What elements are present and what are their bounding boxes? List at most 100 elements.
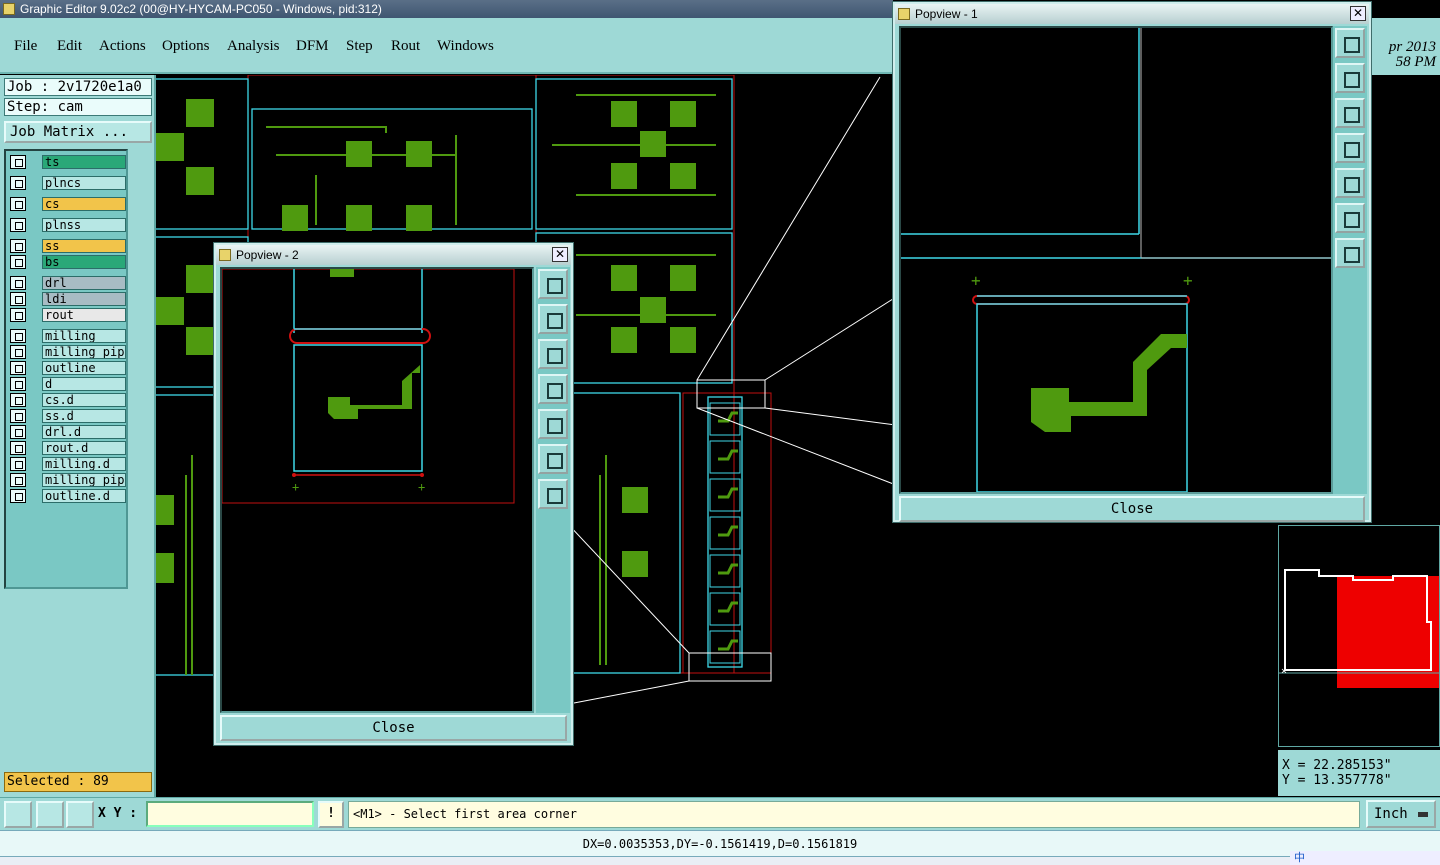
- layer-row[interactable]: drl: [8, 276, 126, 290]
- system-tray[interactable]: 中: [1290, 851, 1440, 865]
- layer-row[interactable]: drl.d: [8, 425, 126, 439]
- layer-checkbox[interactable]: [10, 255, 26, 269]
- snap-diagonal-icon[interactable]: [36, 801, 64, 828]
- layer-checkbox[interactable]: [10, 361, 26, 375]
- layer-row[interactable]: cs: [8, 197, 126, 211]
- layer-name[interactable]: d: [42, 377, 126, 391]
- layer-checkbox[interactable]: [10, 218, 26, 232]
- overview-map[interactable]: ×: [1278, 525, 1440, 747]
- layer-checkbox[interactable]: [10, 176, 26, 190]
- xy-input[interactable]: [146, 801, 314, 827]
- layer-row[interactable]: ts: [8, 155, 126, 169]
- layer-checkbox[interactable]: [10, 489, 26, 503]
- layer-checkbox[interactable]: [10, 425, 26, 439]
- layer-name[interactable]: milling_pips: [42, 345, 126, 359]
- layer-checkbox[interactable]: [10, 308, 26, 322]
- layer-name[interactable]: cs: [42, 197, 126, 211]
- popview-1-close-button[interactable]: Close: [899, 496, 1365, 522]
- layer-row[interactable]: milling: [8, 329, 126, 343]
- job-matrix-button[interactable]: Job Matrix ...: [4, 121, 152, 143]
- unit-select[interactable]: Inch: [1366, 800, 1436, 828]
- zoom-in-icon[interactable]: [538, 444, 568, 474]
- layer-name[interactable]: ldi: [42, 292, 126, 306]
- zoom-out-icon[interactable]: [538, 479, 568, 509]
- layer-row[interactable]: plncs: [8, 176, 126, 190]
- pan-up-icon[interactable]: [1335, 63, 1365, 93]
- layer-checkbox[interactable]: [10, 441, 26, 455]
- layer-checkbox[interactable]: [10, 276, 26, 290]
- menu-dfm[interactable]: DFM: [296, 38, 329, 55]
- pan-right-icon[interactable]: [538, 409, 568, 439]
- menu-options[interactable]: Options: [162, 38, 210, 55]
- layer-name[interactable]: drl: [42, 276, 126, 290]
- layer-row[interactable]: outline: [8, 361, 126, 375]
- pan-up-icon[interactable]: [538, 304, 568, 334]
- menu-file[interactable]: File: [14, 38, 37, 55]
- exclamation-button[interactable]: !: [318, 801, 344, 828]
- layer-checkbox[interactable]: [10, 239, 26, 253]
- layer-name[interactable]: ss: [42, 239, 126, 253]
- menu-step[interactable]: Step: [346, 38, 373, 55]
- layer-row[interactable]: ldi: [8, 292, 126, 306]
- layer-name[interactable]: milling: [42, 329, 126, 343]
- pan-right-icon[interactable]: [1335, 168, 1365, 198]
- popview-2-view[interactable]: + +: [220, 267, 534, 713]
- layer-name[interactable]: ts: [42, 155, 126, 169]
- layer-row[interactable]: milling_pips: [8, 345, 126, 359]
- resize-icon[interactable]: [4, 801, 32, 828]
- pan-left-icon[interactable]: [1335, 133, 1365, 163]
- layer-checkbox[interactable]: [10, 329, 26, 343]
- popview-1-view[interactable]: + +: [899, 26, 1333, 494]
- menu-rout[interactable]: Rout: [391, 38, 420, 55]
- layer-checkbox[interactable]: [10, 197, 26, 211]
- layer-name[interactable]: outline: [42, 361, 126, 375]
- close-icon[interactable]: ✕: [552, 247, 568, 262]
- zoom-fit-icon[interactable]: [538, 269, 568, 299]
- layer-name[interactable]: ss.d: [42, 409, 126, 423]
- menu-windows[interactable]: Windows: [437, 38, 494, 55]
- menu-analysis[interactable]: Analysis: [227, 38, 280, 55]
- layer-name[interactable]: plncs: [42, 176, 126, 190]
- close-icon[interactable]: ✕: [1350, 6, 1366, 21]
- zoom-fit-icon[interactable]: [1335, 28, 1365, 58]
- layer-row[interactable]: rout: [8, 308, 126, 322]
- layer-name[interactable]: cs.d: [42, 393, 126, 407]
- layer-name[interactable]: milling.d: [42, 457, 126, 471]
- zoom-in-icon[interactable]: [1335, 203, 1365, 233]
- menu-actions[interactable]: Actions: [99, 38, 146, 55]
- pan-left-icon[interactable]: [538, 374, 568, 404]
- layer-row[interactable]: d: [8, 377, 126, 391]
- layer-checkbox[interactable]: [10, 393, 26, 407]
- layer-row[interactable]: rout.d: [8, 441, 126, 455]
- layer-checkbox[interactable]: [10, 155, 26, 169]
- layer-row[interactable]: outline.d: [8, 489, 126, 503]
- layer-checkbox[interactable]: [10, 473, 26, 487]
- layer-name[interactable]: drl.d: [42, 425, 126, 439]
- layer-row[interactable]: milling_pips: [8, 473, 126, 487]
- layer-row[interactable]: cs.d: [8, 393, 126, 407]
- ime-indicator[interactable]: 中: [1294, 851, 1305, 864]
- popview-2-close-button[interactable]: Close: [220, 715, 567, 741]
- grid-icon[interactable]: [66, 801, 94, 828]
- pan-down-icon[interactable]: [1335, 98, 1365, 128]
- layer-row[interactable]: ss.d: [8, 409, 126, 423]
- layer-name[interactable]: plnss: [42, 218, 126, 232]
- zoom-out-icon[interactable]: [1335, 238, 1365, 268]
- layer-row[interactable]: bs: [8, 255, 126, 269]
- layer-checkbox[interactable]: [10, 292, 26, 306]
- layer-checkbox[interactable]: [10, 377, 26, 391]
- layer-row[interactable]: plnss: [8, 218, 126, 232]
- layer-row[interactable]: ss: [8, 239, 126, 253]
- layer-name[interactable]: outline.d: [42, 489, 126, 503]
- layer-name[interactable]: rout.d: [42, 441, 126, 455]
- layer-checkbox[interactable]: [10, 345, 26, 359]
- pan-down-icon[interactable]: [538, 339, 568, 369]
- status-bar: DX=0.0035353,DY=-0.1561419,D=0.1561819: [0, 830, 1440, 857]
- layer-name[interactable]: bs: [42, 255, 126, 269]
- layer-checkbox[interactable]: [10, 457, 26, 471]
- layer-name[interactable]: rout: [42, 308, 126, 322]
- layer-checkbox[interactable]: [10, 409, 26, 423]
- layer-name[interactable]: milling_pips: [42, 473, 126, 487]
- layer-row[interactable]: milling.d: [8, 457, 126, 471]
- menu-edit[interactable]: Edit: [57, 38, 82, 55]
